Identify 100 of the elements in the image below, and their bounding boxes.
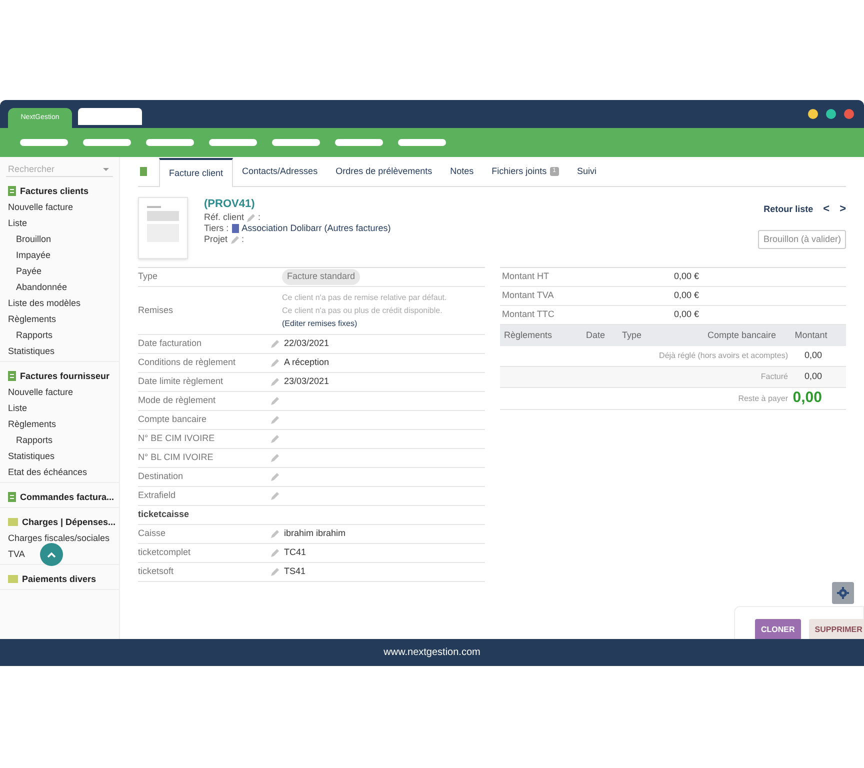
field-label: N° BE CIM IVOIRE bbox=[138, 432, 216, 446]
column-header: Date bbox=[586, 328, 606, 342]
sidebar-item[interactable]: Statistiques bbox=[0, 448, 119, 464]
pencil-icon[interactable] bbox=[270, 472, 280, 482]
pencil-icon[interactable] bbox=[270, 548, 280, 558]
blank-tab-drawing bbox=[78, 108, 142, 125]
document-icon bbox=[140, 167, 147, 176]
tab[interactable]: Contacts/Adresses bbox=[233, 157, 327, 186]
sidebar-item[interactable]: Payée bbox=[0, 263, 119, 279]
status-badge: Brouillon (à valider) bbox=[758, 230, 846, 249]
pencil-icon[interactable] bbox=[270, 339, 280, 349]
sidebar-item[interactable]: Brouillon bbox=[0, 231, 119, 247]
field-label: Projet bbox=[204, 234, 228, 245]
type-badge: Facture standard bbox=[282, 269, 360, 285]
pencil-icon[interactable] bbox=[270, 358, 280, 368]
menu-placeholder-drawing bbox=[20, 139, 68, 146]
summary-label: Déjà réglé (hors avoirs et acomptes) bbox=[659, 350, 788, 362]
sidebar-item[interactable]: Charges fiscales/sociales bbox=[0, 530, 119, 546]
edit-discounts-link[interactable]: (Editer remises fixes) bbox=[282, 319, 358, 328]
pencil-icon[interactable] bbox=[270, 529, 280, 539]
pencil-icon[interactable] bbox=[270, 434, 280, 444]
menu-placeholder-drawing bbox=[146, 139, 194, 146]
sidebar-item[interactable]: Etat des échéances bbox=[0, 464, 119, 480]
sidebar-item[interactable]: Règlements bbox=[0, 311, 119, 327]
field-label: Compte bancaire bbox=[138, 413, 208, 426]
pencil-icon[interactable] bbox=[246, 212, 256, 222]
sidebar-section-title[interactable]: Commandes factura... bbox=[20, 489, 114, 505]
field-label: Extrafield bbox=[138, 489, 177, 502]
sidebar-item[interactable]: Liste bbox=[0, 215, 119, 231]
pencil-icon[interactable] bbox=[270, 453, 280, 463]
amount-value: 0,00 € bbox=[674, 289, 700, 302]
sidebar-item[interactable]: Règlements bbox=[0, 416, 119, 432]
sidebar-item[interactable]: Nouvelle facture bbox=[0, 384, 119, 400]
sidebar-item[interactable]: Statistiques bbox=[0, 343, 119, 359]
sidebar-item[interactable]: Nouvelle facture bbox=[0, 199, 119, 215]
column-header: Type bbox=[622, 328, 643, 342]
scroll-up-button[interactable] bbox=[40, 543, 63, 566]
sidebar-section-title[interactable]: Charges | Dépenses... bbox=[22, 514, 116, 530]
chevron-up-icon bbox=[47, 552, 56, 558]
delete-button[interactable]: SUPPRIMER bbox=[808, 619, 864, 640]
sidebar-section-title[interactable]: Factures clients bbox=[20, 183, 89, 199]
field-value: 22/03/2021 bbox=[284, 337, 330, 350]
menu-placeholder-drawing bbox=[83, 139, 131, 146]
field-label: ticketsoft bbox=[138, 565, 175, 578]
column-header: Règlements bbox=[504, 328, 554, 342]
field-value: TS41 bbox=[284, 565, 306, 578]
back-to-list-link[interactable]: Retour liste bbox=[764, 202, 814, 216]
credit-note: Ce client n'a pas ou plus de crédit disponible. bbox=[282, 305, 444, 317]
website-address: www.nextgestion.com bbox=[384, 646, 480, 660]
previous-link[interactable]: < bbox=[823, 201, 830, 218]
pencil-icon[interactable] bbox=[270, 377, 280, 387]
sidebar-item[interactable]: Impayée bbox=[0, 247, 119, 263]
field-label: Remises bbox=[138, 304, 174, 317]
document-icon bbox=[8, 371, 16, 381]
colon-text: : bbox=[258, 212, 261, 223]
pencil-icon[interactable] bbox=[270, 567, 280, 577]
amount-value: 0,00 € bbox=[674, 270, 700, 284]
field-label: Tiers : bbox=[204, 223, 229, 234]
pencil-icon[interactable] bbox=[270, 415, 280, 425]
search-field[interactable]: Rechercher bbox=[6, 161, 113, 177]
sidebar-item[interactable]: Rapports bbox=[0, 327, 119, 343]
field-value: A réception bbox=[284, 356, 330, 370]
sidebar-item[interactable]: Liste des modèles bbox=[0, 295, 119, 311]
amount-value: 0,00 € bbox=[674, 308, 700, 322]
field-value: ibrahim ibrahim bbox=[284, 527, 346, 540]
menu-placeholder-drawing bbox=[272, 139, 320, 146]
thirdparty-link[interactable]: Association Dolibarr (Autres factures) bbox=[242, 223, 391, 234]
tab[interactable]: Facture client bbox=[159, 158, 234, 187]
pencil-icon[interactable] bbox=[230, 234, 240, 244]
sidebar-item[interactable]: TVA bbox=[0, 546, 119, 562]
folder-icon bbox=[8, 575, 18, 583]
tab[interactable]: Suivi bbox=[568, 157, 606, 186]
field-value: 23/03/2021 bbox=[284, 375, 330, 388]
pencil-icon[interactable] bbox=[270, 491, 280, 501]
menu-placeholder-drawing bbox=[398, 139, 446, 146]
field-value: TC41 bbox=[284, 546, 306, 560]
sidebar-item[interactable]: Liste bbox=[0, 400, 119, 416]
sidebar-section-title[interactable]: Factures fournisseur bbox=[20, 368, 110, 384]
pencil-icon[interactable] bbox=[270, 396, 280, 406]
sidebar-item[interactable]: Rapports bbox=[0, 432, 119, 448]
next-link[interactable]: > bbox=[840, 201, 846, 218]
summary-value: 0,00 bbox=[792, 388, 823, 408]
folder-icon bbox=[8, 518, 18, 526]
amount-label: Montant TVA bbox=[502, 289, 555, 302]
sidebar-section-title[interactable]: Paiements divers bbox=[22, 571, 96, 587]
column-header: Montant bbox=[794, 328, 828, 342]
settings-icon bbox=[837, 587, 849, 599]
document-thumbnail-drawing bbox=[138, 197, 188, 259]
summary-value: 0,00 bbox=[803, 370, 823, 384]
field-label: Caisse bbox=[138, 527, 167, 540]
settings-button[interactable] bbox=[832, 582, 854, 604]
sidebar-item[interactable]: Abandonnée bbox=[0, 279, 119, 295]
tab[interactable]: Ordres de prélèvements bbox=[326, 157, 442, 186]
tab[interactable]: Notes bbox=[441, 157, 483, 186]
document-icon bbox=[8, 492, 16, 502]
discount-note: Ce client n'a pas de remise relative par défaut. bbox=[282, 292, 447, 304]
summary-label: Facturé bbox=[760, 371, 788, 383]
field-label: N° BL CIM IVOIRE bbox=[138, 451, 214, 464]
clone-button[interactable]: CLONER bbox=[755, 619, 801, 640]
menu-placeholder-drawing bbox=[209, 139, 257, 146]
